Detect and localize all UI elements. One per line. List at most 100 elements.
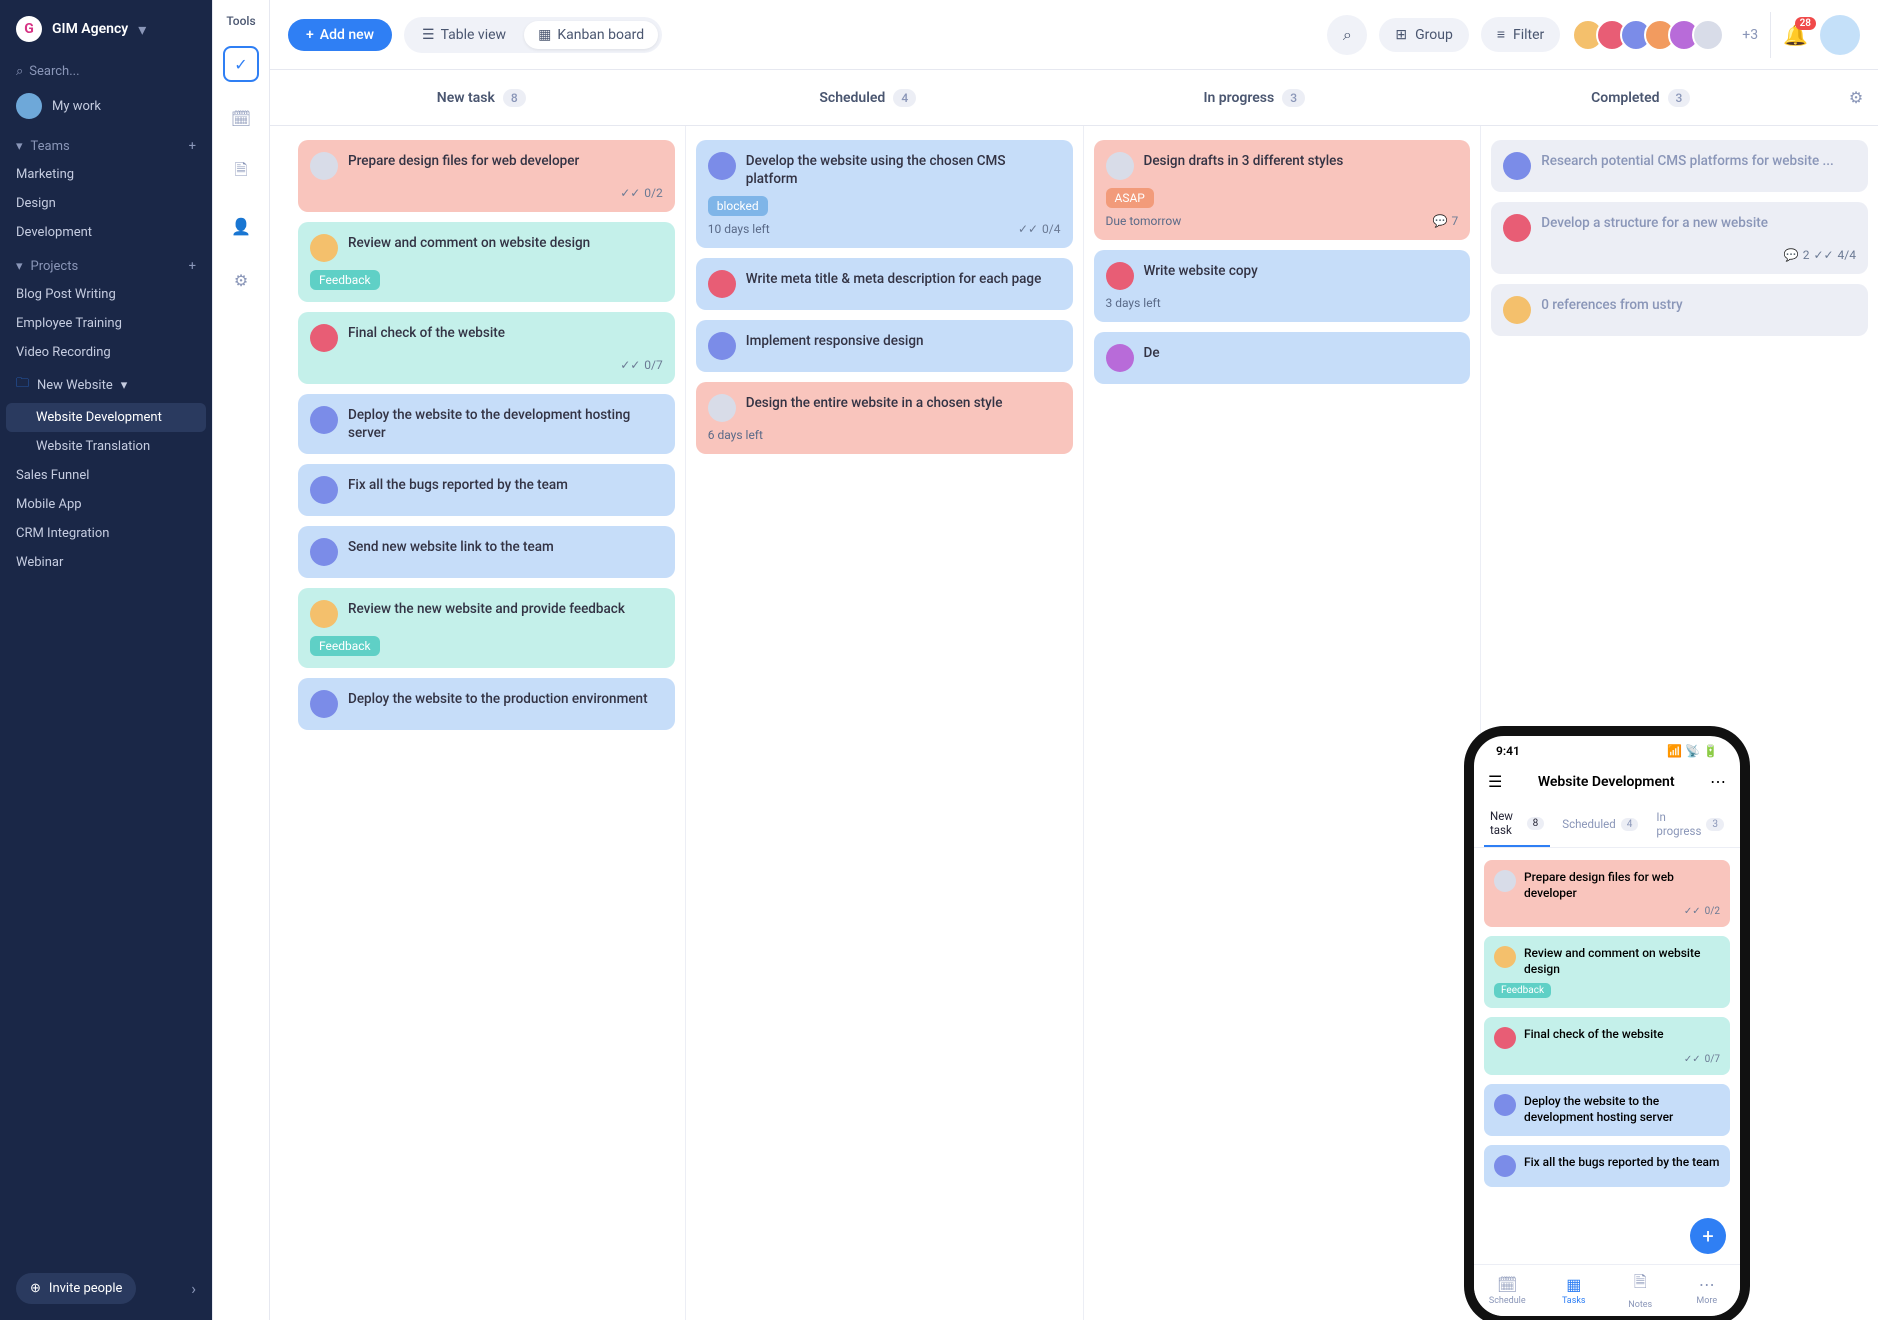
more-icon: ⋯ (1699, 1275, 1715, 1294)
collapse-sidebar-icon[interactable]: › (191, 1279, 196, 1298)
notes-icon: 🗎 (1634, 1271, 1647, 1298)
projects-section-header[interactable]: ▾Projects + (0, 247, 212, 280)
task-card[interactable]: Deploy the website to the production env… (298, 678, 675, 730)
checklist-icon: ✓✓ (620, 186, 640, 200)
task-card[interactable]: Design drafts in 3 different styles ASAP… (1094, 140, 1471, 240)
teams-section-header[interactable]: ▾Teams + (0, 127, 212, 160)
project-blog[interactable]: Blog Post Writing (0, 280, 212, 309)
avatar (1494, 870, 1516, 892)
task-card[interactable]: Prepare design files for web developer ✓… (1484, 860, 1730, 927)
group-button[interactable]: ⊞Group (1379, 18, 1468, 52)
card-title: Deploy the website to the production env… (348, 690, 648, 708)
task-card[interactable]: Review and comment on website design Fee… (1484, 936, 1730, 1008)
project-video[interactable]: Video Recording (0, 338, 212, 367)
task-card[interactable]: Implement responsive design (696, 320, 1073, 372)
project-training[interactable]: Employee Training (0, 309, 212, 338)
filter-button[interactable]: ≡Filter (1481, 17, 1560, 52)
checklist-icon: ✓✓ (1684, 906, 1701, 917)
phone-nav-label: Notes (1628, 1300, 1652, 1310)
board-settings-icon[interactable]: ⚙ (1834, 70, 1878, 125)
phone-tab-label: In progress (1656, 810, 1701, 838)
phone-tab-new-task[interactable]: New task8 (1484, 801, 1550, 847)
task-card[interactable]: Develop a structure for a new website 💬2… (1491, 202, 1868, 274)
task-card[interactable]: 0 references from ustry (1491, 284, 1868, 336)
card-title: Develop a structure for a new website (1541, 214, 1768, 232)
task-card[interactable]: Fix all the bugs reported by the team (298, 464, 675, 516)
search-input[interactable]: ⌕ Search... (0, 58, 212, 85)
phone-nav-tasks[interactable]: ▦Tasks (1541, 1265, 1608, 1316)
task-card[interactable]: Fix all the bugs reported by the team (1484, 1145, 1730, 1187)
checklist-icon: ✓✓ (1018, 222, 1038, 236)
org-switcher[interactable]: G GIM Agency ▾ (0, 0, 212, 58)
task-card[interactable]: De (1094, 332, 1471, 384)
column-header-scheduled: Scheduled4 (675, 70, 1062, 125)
phone-tab-scheduled[interactable]: Scheduled4 (1556, 801, 1644, 847)
avatar (1106, 262, 1134, 290)
settings-tool-icon[interactable]: ⚙ (223, 262, 259, 298)
phone-nav-notes[interactable]: 🗎 Notes (1607, 1265, 1674, 1316)
add-new-button[interactable]: + Add new (288, 19, 392, 51)
avatar (708, 332, 736, 360)
project-website-translation[interactable]: Website Translation (0, 432, 212, 461)
team-design[interactable]: Design (0, 189, 212, 218)
project-crm[interactable]: CRM Integration (0, 519, 212, 548)
view-switcher: ☰ Table view ▦ Kanban board (404, 17, 662, 53)
card-due: Due tomorrow (1106, 214, 1182, 228)
members-more-count[interactable]: +3 (1736, 27, 1758, 43)
phone-nav-schedule[interactable]: 🗓Schedule (1474, 1265, 1541, 1316)
avatar (708, 270, 736, 298)
team-marketing[interactable]: Marketing (0, 160, 212, 189)
more-icon[interactable]: ⋯ (1710, 772, 1726, 791)
task-card[interactable]: Deploy the website to the development ho… (298, 394, 675, 454)
phone-tab-in-progress[interactable]: In progress3 (1650, 801, 1730, 847)
comment-count: 7 (1452, 214, 1459, 228)
tasks-tool-icon[interactable]: ✓ (223, 46, 259, 82)
checklist-count: 0/7 (1705, 1054, 1720, 1065)
card-title: Prepare design files for web developer (348, 152, 579, 170)
project-website-development[interactable]: Website Development (6, 403, 206, 432)
task-card[interactable]: Design the entire website in a chosen st… (696, 382, 1073, 454)
task-card[interactable]: Deploy the website to the development ho… (1484, 1084, 1730, 1135)
task-card[interactable]: Review and comment on website design Fee… (298, 222, 675, 302)
table-view-tab[interactable]: ☰ Table view (408, 21, 520, 49)
kanban-view-label: Kanban board (557, 27, 644, 43)
task-card[interactable]: Research potential CMS platforms for web… (1491, 140, 1868, 192)
phone-nav-more[interactable]: ⋯More (1674, 1265, 1741, 1316)
project-sales-funnel[interactable]: Sales Funnel (0, 461, 212, 490)
column-name: New task (437, 90, 495, 106)
org-name: GIM Agency (52, 21, 128, 37)
add-team-icon[interactable]: + (189, 139, 196, 154)
kanban-view-tab[interactable]: ▦ Kanban board (524, 21, 658, 49)
task-card[interactable]: Prepare design files for web developer ✓… (298, 140, 675, 212)
calendar-tool-icon[interactable]: 🗓 (223, 100, 259, 136)
card-title: Develop the website using the chosen CMS… (746, 152, 1061, 188)
current-user-avatar[interactable] (1820, 15, 1860, 55)
project-mobile-app[interactable]: Mobile App (0, 490, 212, 519)
phone-tab-label: Scheduled (1562, 817, 1616, 831)
phone-add-fab[interactable]: + (1690, 1218, 1726, 1254)
task-card[interactable]: Develop the website using the chosen CMS… (696, 140, 1073, 248)
add-project-icon[interactable]: + (189, 259, 196, 274)
task-card[interactable]: Write meta title & meta description for … (696, 258, 1073, 310)
invite-people-button[interactable]: ⊕ Invite people (16, 1273, 136, 1304)
my-work-link[interactable]: My work (0, 85, 212, 127)
task-card[interactable]: Write website copy 3 days left (1094, 250, 1471, 322)
org-logo: G (16, 16, 42, 42)
task-card[interactable]: Final check of the website ✓✓0/7 (1484, 1017, 1730, 1075)
project-webinar[interactable]: Webinar (0, 548, 212, 577)
menu-icon[interactable]: ☰ (1488, 772, 1502, 791)
divider (1770, 12, 1771, 58)
people-tool-icon[interactable]: 👤 (223, 208, 259, 244)
task-card[interactable]: Send new website link to the team (298, 526, 675, 578)
task-card[interactable]: Final check of the website ✓✓0/7 (298, 312, 675, 384)
members-stack[interactable] (1572, 19, 1724, 51)
docs-tool-icon[interactable]: 🗎 (223, 154, 259, 190)
task-card[interactable]: Review the new website and provide feedb… (298, 588, 675, 668)
avatar (1494, 946, 1516, 968)
search-button[interactable]: ⌕ (1327, 15, 1367, 55)
project-folder-new-website[interactable]: 🗀 New Website ▾ (0, 367, 212, 403)
team-development[interactable]: Development (0, 218, 212, 247)
notifications-button[interactable]: 🔔 28 (1783, 23, 1808, 47)
card-title: Prepare design files for web developer (1524, 870, 1720, 901)
phone-card-list[interactable]: Prepare design files for web developer ✓… (1474, 848, 1740, 1264)
